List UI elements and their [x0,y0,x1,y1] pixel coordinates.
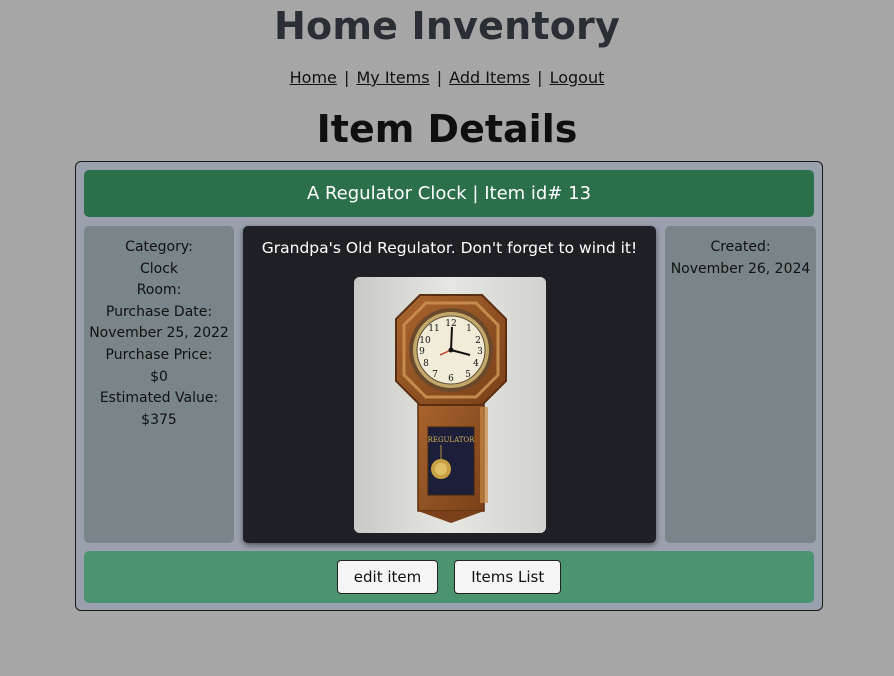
item-main-panel: Grandpa's Old Regulator. Don't forget to… [243,226,656,543]
edit-item-button[interactable]: edit item [336,560,439,594]
svg-text:9: 9 [419,347,425,357]
item-header: A Regulator Clock | Item id# 13 [84,170,814,217]
svg-text:8: 8 [423,359,429,369]
estimated-value-label: Estimated Value: [99,390,219,407]
item-actions: edit item Items List [84,551,814,603]
svg-text:1: 1 [466,324,472,334]
category-value: Clock [139,260,179,277]
clock-label-text: REGULATOR [428,436,476,444]
category-label: Category: [125,239,193,255]
purchase-date-value: November 25, 2022 [89,325,229,342]
item-description: Grandpa's Old Regulator. Don't forget to… [261,239,638,257]
nav-separator: | [343,68,350,87]
site-title: Home Inventory [274,4,620,48]
nav-separator: | [436,68,443,87]
purchase-price-value: $0 [150,368,168,385]
svg-text:5: 5 [465,370,471,380]
svg-text:6: 6 [448,374,454,384]
page-title: Item Details [316,107,578,151]
svg-text:4: 4 [473,359,479,369]
room-label: Room: [136,282,182,299]
item-meta-panel: Created: November 26, 2024 [665,226,816,543]
regulator-clock-image: REGULATOR 12 1 2 3 4 5 6 7 8 9 10 11 [354,277,546,533]
estimated-value-value: $375 [141,411,177,428]
nav-home-link[interactable]: Home [290,68,337,87]
svg-text:3: 3 [477,347,483,357]
purchase-date-label: Purchase Date: [105,303,213,320]
item-details-panel: Category: Clock Room: Purchase Date: Nov… [84,226,234,543]
purchase-price-label: Purchase Price: [105,346,213,363]
svg-text:11: 11 [428,324,439,334]
created-value: November 26, 2024 [670,260,811,277]
items-list-button[interactable]: Items List [454,560,562,594]
svg-text:7: 7 [432,370,438,380]
item-card: A Regulator Clock | Item id# 13 Category… [75,161,823,611]
svg-text:2: 2 [475,336,481,346]
svg-text:10: 10 [419,336,431,346]
nav-logout-link[interactable]: Logout [550,68,605,87]
item-header-text: A Regulator Clock | Item id# 13 [306,183,592,204]
main-nav: Home | My Items | Add Items | Logout [0,68,894,87]
item-photo: REGULATOR 12 1 2 3 4 5 6 7 8 9 10 11 [354,277,546,533]
nav-my-items-link[interactable]: My Items [356,68,429,87]
nav-separator: | [537,68,543,87]
nav-add-items-link[interactable]: Add Items [449,68,530,87]
created-label: Created: [710,239,771,255]
